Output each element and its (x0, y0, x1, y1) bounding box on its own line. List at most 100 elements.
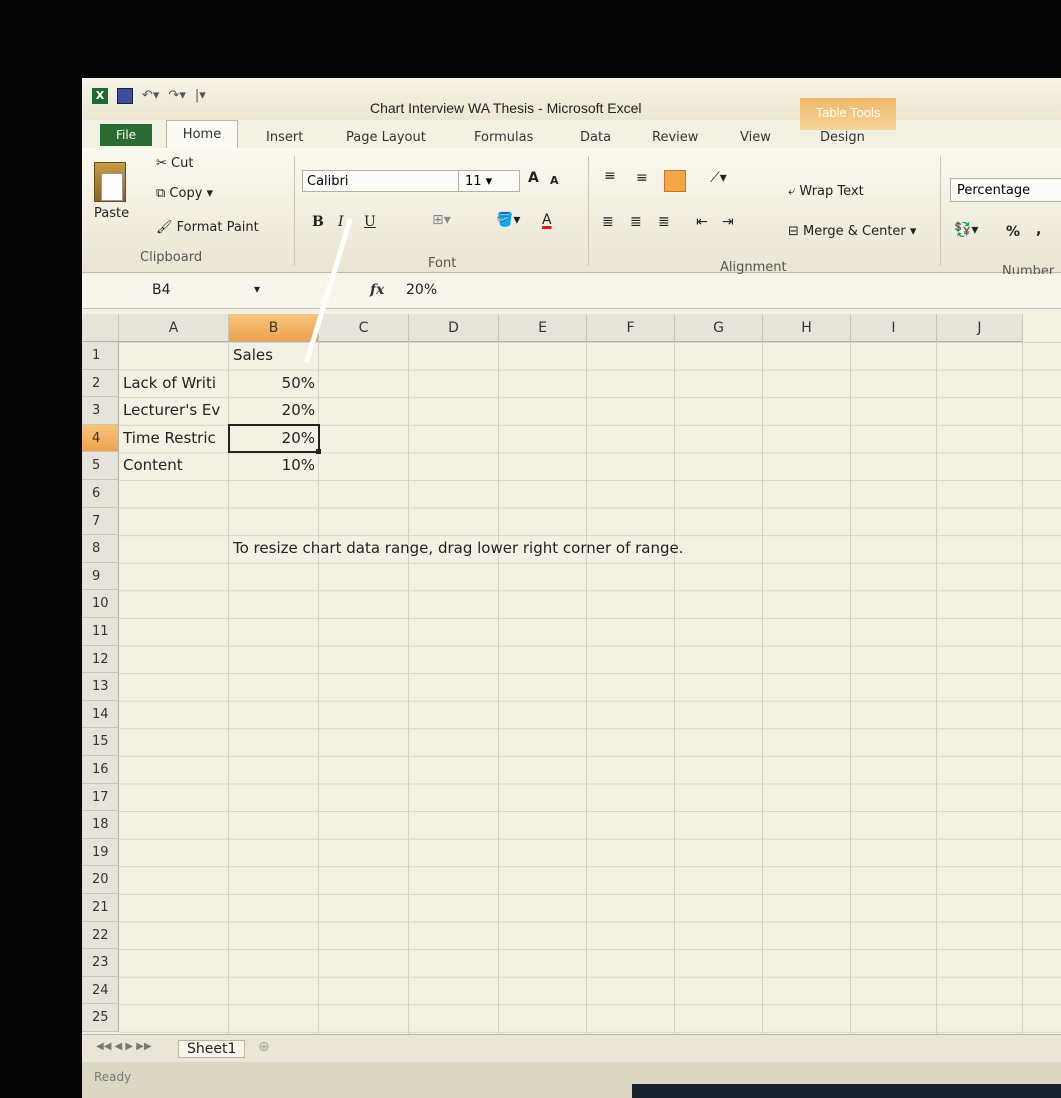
accounting-format-icon[interactable]: 💱▾ (954, 222, 978, 238)
excel-logo-icon[interactable]: X (92, 88, 108, 104)
borders-icon[interactable]: ⊞▾ (432, 212, 451, 228)
row-header-4[interactable]: 4 (82, 424, 119, 453)
sheet-nav-icon[interactable]: ◀◀ ◀ ▶ ▶▶ (96, 1041, 152, 1052)
font-color-button[interactable]: A (542, 212, 552, 228)
tab-design[interactable]: Design (820, 130, 865, 145)
column-header-d[interactable]: D (409, 314, 499, 342)
row-header-16[interactable]: 16 (82, 756, 119, 784)
customize-qat-icon[interactable]: |▾ (195, 88, 206, 104)
comma-style-button[interactable]: , (1036, 222, 1041, 238)
tab-insert[interactable]: Insert (266, 130, 303, 145)
row-header-19[interactable]: 19 (82, 838, 119, 867)
range-resize-handle[interactable] (316, 449, 321, 455)
save-icon[interactable] (117, 88, 133, 104)
row-header-8[interactable]: 8 (82, 535, 119, 563)
undo-icon[interactable]: ↶▾ (142, 88, 159, 104)
tab-formulas[interactable]: Formulas (474, 130, 533, 145)
tab-data[interactable]: Data (580, 130, 611, 145)
formula-bar: B4 ▾ fx 20% (82, 274, 1061, 309)
cell-b3[interactable]: 20% (233, 397, 315, 424)
align-right-icon[interactable]: ≣ (658, 214, 670, 230)
row-header-7[interactable]: 7 (82, 507, 119, 536)
name-box[interactable]: B4 (86, 278, 264, 302)
number-format-dropdown[interactable]: Percentage (950, 178, 1061, 202)
tab-page-layout[interactable]: Page Layout (346, 130, 426, 145)
cell-b1[interactable]: Sales (233, 342, 315, 369)
row-header-1[interactable]: 1 (82, 342, 119, 370)
shrink-font-button[interactable]: A (550, 174, 559, 187)
row-header-11[interactable]: 11 (82, 618, 119, 646)
row-header-21[interactable]: 21 (82, 894, 119, 922)
name-box-dropdown-icon[interactable]: ▾ (254, 282, 260, 296)
tab-review[interactable]: Review (652, 130, 698, 145)
row-header-3[interactable]: 3 (82, 397, 119, 425)
row-header-6[interactable]: 6 (82, 480, 119, 508)
cell-a3[interactable]: Lecturer's Ev (123, 397, 225, 424)
active-cell-border (228, 423, 320, 454)
fill-color-icon[interactable]: 🪣▾ (496, 212, 520, 228)
column-header-j[interactable]: J (937, 314, 1023, 342)
tab-home[interactable]: Home (166, 120, 238, 149)
format-painter-button[interactable]: 🖌 Format Paint (156, 220, 282, 235)
row-header-15[interactable]: 15 (82, 728, 119, 756)
cell-b8[interactable]: To resize chart data range, drag lower r… (233, 535, 933, 562)
tab-view[interactable]: View (740, 130, 771, 145)
increase-indent-icon[interactable]: ⇥ (722, 214, 734, 230)
column-header-e[interactable]: E (499, 314, 587, 342)
insert-function-icon[interactable]: fx (370, 282, 384, 298)
row-header-18[interactable]: 18 (82, 811, 119, 839)
cell-b2[interactable]: 50% (233, 370, 315, 397)
paste-icon[interactable] (94, 162, 126, 202)
italic-button[interactable]: I (338, 214, 344, 230)
row-header-5[interactable]: 5 (82, 452, 119, 480)
column-header-g[interactable]: G (675, 314, 763, 342)
percent-style-button[interactable]: % (1006, 224, 1020, 240)
row-header-22[interactable]: 22 (82, 921, 119, 950)
paste-button[interactable]: Paste (94, 206, 129, 221)
redo-icon[interactable]: ↷▾ (168, 88, 185, 104)
column-header-b[interactable]: B (229, 314, 319, 342)
column-header-a[interactable]: A (119, 314, 229, 342)
cut-button[interactable]: ✂ Cut (156, 156, 193, 171)
merge-center-button[interactable]: ⊟ Merge & Center ▾ (788, 224, 916, 239)
row-header-9[interactable]: 9 (82, 562, 119, 591)
row-header-13[interactable]: 13 (82, 673, 119, 701)
insert-sheet-icon[interactable]: ⊕ (258, 1039, 270, 1055)
font-name-field[interactable]: Calibri (302, 170, 482, 192)
decrease-indent-icon[interactable]: ⇤ (696, 214, 708, 230)
sheet-tab-sheet1[interactable]: Sheet1 (178, 1040, 246, 1058)
row-header-14[interactable]: 14 (82, 700, 119, 729)
wrap-text-button[interactable]: ⤶ Wrap Text (788, 184, 864, 199)
bold-button[interactable]: B (312, 214, 324, 230)
cell-b5[interactable]: 10% (233, 452, 315, 479)
row-header-12[interactable]: 12 (82, 645, 119, 674)
align-center-icon[interactable]: ≣ (630, 214, 642, 230)
font-size-field[interactable]: 11 ▾ (458, 170, 520, 192)
row-header-10[interactable]: 10 (82, 590, 119, 618)
grow-font-button[interactable]: A (528, 170, 539, 186)
row-header-25[interactable]: 25 (82, 1004, 119, 1032)
column-header-i[interactable]: I (851, 314, 937, 342)
row-header-23[interactable]: 23 (82, 949, 119, 977)
cell-a2[interactable]: Lack of Writi (123, 370, 225, 397)
formula-input[interactable]: 20% (406, 282, 437, 298)
row-header-20[interactable]: 20 (82, 866, 119, 894)
align-bottom-icon[interactable] (664, 170, 686, 192)
align-top-icon[interactable]: ≡ (604, 168, 616, 184)
column-header-c[interactable]: C (319, 314, 409, 342)
row-header-17[interactable]: 17 (82, 783, 119, 812)
cell-a5[interactable]: Content (123, 452, 225, 479)
column-header-f[interactable]: F (587, 314, 675, 342)
align-middle-icon[interactable]: ≡ (636, 170, 648, 186)
underline-button[interactable]: U (364, 214, 376, 230)
select-all-corner[interactable] (82, 314, 119, 342)
copy-button[interactable]: ⧉ Copy ▾ (156, 186, 213, 201)
tab-file[interactable]: File (100, 124, 152, 146)
align-left-icon[interactable]: ≣ (602, 214, 614, 230)
row-header-2[interactable]: 2 (82, 369, 119, 398)
orientation-icon[interactable]: ⟋▾ (710, 170, 727, 186)
row-header-24[interactable]: 24 (82, 976, 119, 1005)
cell-a4[interactable]: Time Restric (123, 425, 225, 452)
column-header-h[interactable]: H (763, 314, 851, 342)
worksheet-grid[interactable]: ABCDEFGHIJ 1 2 3 4 5 6 7 8 9 10 11 12 13 14 15 16 17 18 19… (82, 314, 1061, 1034)
